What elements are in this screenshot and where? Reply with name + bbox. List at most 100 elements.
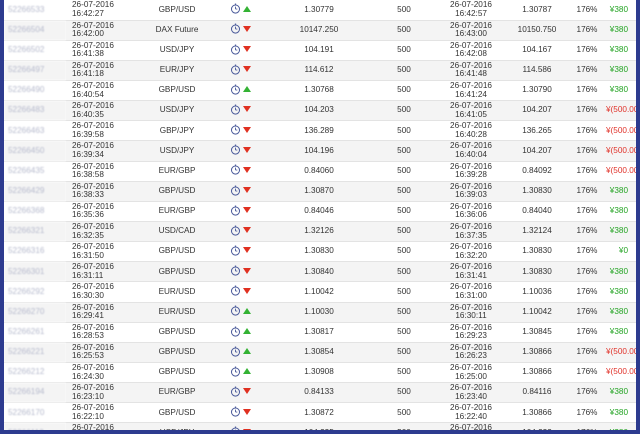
direction-cell: [214, 161, 266, 182]
close-time: 16:41:05: [455, 109, 487, 119]
close-time-cell: 26-07-2016 16:42:08: [436, 40, 506, 61]
open-time: 16:24:30: [72, 371, 104, 381]
close-time-cell: 26-07-2016 16:40:04: [436, 140, 506, 162]
profit-value: ¥380: [606, 281, 636, 303]
close-time: 16:41:48: [455, 69, 487, 79]
close-time-cell: 26-07-2016 16:39:28: [436, 161, 506, 182]
trade-id: 52266429: [4, 181, 66, 202]
table-row[interactable]: 52266221 26-07-2016 16:25:53 GBP/USD 1.30854…: [4, 342, 636, 364]
asset-name: USD/JPY: [140, 140, 214, 162]
table-row[interactable]: 52266497 26-07-2016 16:41:18 EUR/JPY 114.612…: [4, 60, 636, 82]
open-time-cell: 26-07-2016 16:38:58: [66, 161, 140, 182]
close-time-cell: 26-07-2016 16:26:23: [436, 342, 506, 364]
close-time: 16:42:57: [455, 8, 487, 18]
direction-cell: [214, 120, 266, 142]
table-row[interactable]: 52266316 26-07-2016 16:31:50 GBP/USD 1.30830…: [4, 241, 636, 263]
profit-value: ¥380: [606, 80, 636, 102]
payout-percent: 176%: [568, 302, 606, 323]
payout-percent: 176%: [568, 120, 606, 142]
close-rate: 1.30845: [506, 322, 568, 343]
table-row[interactable]: 52266292 26-07-2016 16:30:30 EUR/USD 1.10042…: [4, 281, 636, 303]
direction-cell: [214, 241, 266, 263]
close-rate: 1.30866: [506, 362, 568, 384]
down-arrow-icon: [242, 126, 251, 133]
table-row[interactable]: 52266533 26-07-2016 16:42:27 GBP/USD 1.30779…: [4, 0, 636, 21]
direction-cell: [214, 181, 266, 202]
table-row[interactable]: 52266212 26-07-2016 16:24:30 GBP/USD 1.30908…: [4, 362, 636, 384]
profit-value: ¥380: [606, 302, 636, 323]
up-arrow-icon: [242, 368, 251, 375]
open-time: 16:25:53: [72, 351, 104, 361]
table-row[interactable]: 52266321 26-07-2016 16:32:35 USD/CAD 1.32126…: [4, 221, 636, 243]
profit-value: ¥(500.00): [606, 120, 636, 142]
down-arrow-icon: [242, 428, 251, 430]
asset-name: GBP/USD: [140, 402, 214, 424]
direction-cell: [214, 382, 266, 404]
profit-value: ¥380: [606, 422, 636, 430]
trade-id: 52266490: [4, 80, 66, 102]
down-arrow-icon: [242, 25, 251, 32]
open-rate: 1.30854: [266, 342, 372, 364]
close-rate: 1.30866: [506, 402, 568, 424]
table-row[interactable]: 52266504 26-07-2016 16:42:00 DAX Future 1014…: [4, 20, 636, 41]
table-row[interactable]: 52266194 26-07-2016 16:23:10 EUR/GBP 0.84133…: [4, 382, 636, 404]
table-row[interactable]: 52266483 26-07-2016 16:40:35 USD/JPY 104.203…: [4, 100, 636, 122]
table-row[interactable]: 52266490 26-07-2016 16:40:54 GBP/USD 1.30768…: [4, 80, 636, 102]
close-time: 16:43:00: [455, 29, 487, 39]
open-time: 16:31:11: [72, 270, 104, 280]
close-time: 16:30:11: [455, 311, 487, 321]
open-rate: 1.30830: [266, 241, 372, 263]
table-row[interactable]: 52266429 26-07-2016 16:38:33 GBP/USD 1.30870…: [4, 181, 636, 202]
table-row[interactable]: 52266301 26-07-2016 16:31:11 GBP/USD 1.30840…: [4, 261, 636, 283]
investment-amount: 500: [372, 322, 436, 343]
profit-value: ¥380: [606, 181, 636, 202]
trade-id: 52266504: [4, 20, 66, 41]
stopwatch-icon: [230, 164, 240, 175]
table-row[interactable]: 5226611326-07-201616:18:52USD/JPY 104.235…: [4, 422, 636, 430]
trade-id: 52266435: [4, 161, 66, 182]
open-time: 16:38:33: [72, 190, 104, 200]
close-time-cell: 26-07-2016 16:43:00: [436, 20, 506, 41]
close-rate: 1.30866: [506, 342, 568, 364]
down-arrow-icon: [242, 388, 251, 395]
open-rate: 1.30779: [266, 0, 372, 21]
open-rate: 1.30870: [266, 181, 372, 202]
up-arrow-icon: [242, 328, 251, 335]
asset-name: GBP/USD: [140, 322, 214, 343]
stopwatch-icon: [230, 124, 240, 135]
close-time: 16:40:04: [455, 150, 487, 160]
open-rate: 1.10030: [266, 302, 372, 323]
open-time: 16:22:10: [72, 411, 104, 421]
down-arrow-icon: [242, 146, 251, 153]
open-time-cell: 26-07-2016 16:38:33: [66, 181, 140, 202]
close-time-cell: 26-07-201616:19:22: [436, 422, 506, 430]
table-row[interactable]: 52266368 26-07-2016 16:35:36 EUR/GBP 0.84046…: [4, 201, 636, 223]
asset-name: USD/JPY: [140, 422, 214, 430]
asset-name: USD/JPY: [140, 100, 214, 122]
table-row[interactable]: 52266261 26-07-2016 16:28:53 GBP/USD 1.30817…: [4, 322, 636, 343]
payout-percent: 176%: [568, 261, 606, 283]
close-time: 16:41:24: [455, 89, 487, 99]
table-row[interactable]: 52266270 26-07-2016 16:29:41 EUR/USD 1.10030…: [4, 302, 636, 323]
stopwatch-icon: [230, 326, 240, 337]
open-date: 26-07-2016: [72, 423, 114, 430]
down-arrow-icon: [242, 408, 251, 415]
down-arrow-icon: [242, 66, 251, 73]
table-row[interactable]: 52266463 26-07-2016 16:39:58 GBP/JPY 136.289…: [4, 120, 636, 142]
table-row[interactable]: 52266435 26-07-2016 16:38:58 EUR/GBP 0.84060…: [4, 161, 636, 182]
table-row[interactable]: 52266450 26-07-2016 16:39:34 USD/JPY 104.196…: [4, 140, 636, 162]
close-time: 16:39:03: [455, 190, 487, 200]
investment-amount: 500: [372, 80, 436, 102]
table-row[interactable]: 52266170 26-07-2016 16:22:10 GBP/USD 1.30872…: [4, 402, 636, 424]
table-row[interactable]: 52266502 26-07-2016 16:41:38 USD/JPY 104.191…: [4, 40, 636, 61]
stopwatch-icon: [230, 285, 240, 296]
close-time-cell: 26-07-2016 16:42:57: [436, 0, 506, 21]
open-time: 16:31:50: [72, 250, 104, 260]
open-time-cell: 26-07-2016 16:30:30: [66, 281, 140, 303]
close-rate: 1.30830: [506, 181, 568, 202]
payout-percent: 176%: [568, 140, 606, 162]
close-time: 16:23:40: [455, 391, 487, 401]
payout-percent: 176%: [568, 20, 606, 41]
close-rate: 104.207: [506, 140, 568, 162]
open-rate: 114.612: [266, 60, 372, 82]
